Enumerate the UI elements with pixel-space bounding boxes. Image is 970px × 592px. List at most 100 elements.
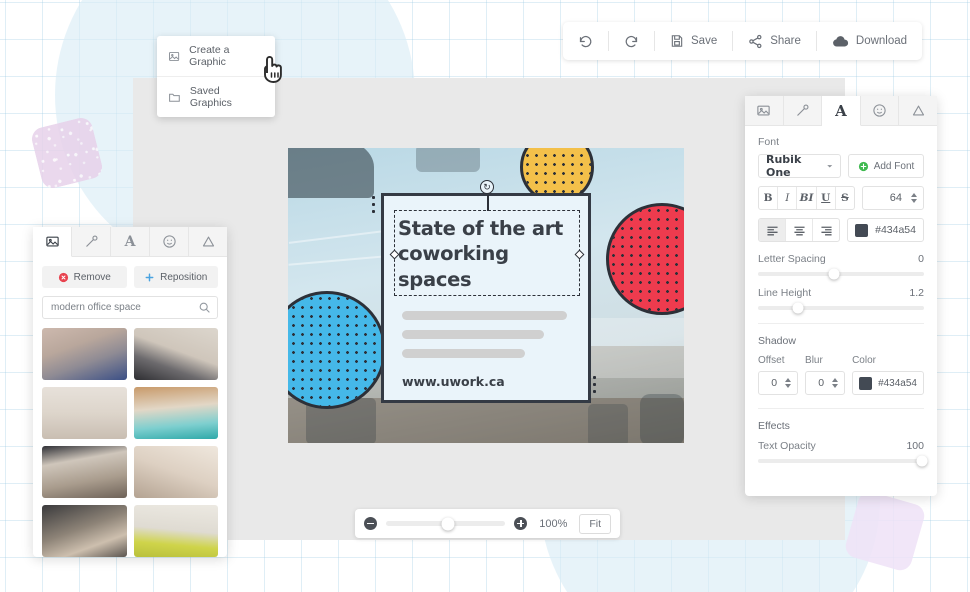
align-center-button[interactable] — [786, 219, 813, 241]
line-height-slider[interactable] — [758, 306, 924, 310]
shadow-offset-value: 0 — [759, 377, 782, 389]
font-section-label: Font — [758, 136, 924, 148]
reposition-label: Reposition — [160, 272, 207, 283]
shadow-blur-spinner[interactable] — [829, 378, 844, 388]
align-left-icon — [766, 225, 779, 236]
menu-item-label: Saved Graphics — [190, 85, 264, 109]
letter-spacing-slider[interactable] — [758, 272, 924, 276]
tab-shapes[interactable] — [189, 227, 227, 256]
selection-grip-top-left[interactable] — [372, 196, 375, 217]
text-opacity-thumb[interactable] — [917, 456, 928, 467]
magic-wand-icon — [84, 234, 99, 249]
tab-magic[interactable] — [72, 227, 111, 256]
tab-text[interactable]: A — [822, 96, 861, 126]
line-height-thumb[interactable] — [792, 303, 803, 314]
section-divider-1 — [758, 323, 924, 324]
font-size-value: 64 — [863, 192, 908, 204]
tab-emoji[interactable] — [861, 96, 900, 125]
resize-handle-right[interactable] — [575, 250, 585, 260]
font-size-stepper[interactable]: 64 — [862, 186, 924, 210]
design-card[interactable]: ↻ State of the art coworking spaces www.… — [381, 193, 591, 403]
letter-spacing-label: Letter Spacing — [758, 253, 826, 265]
text-opacity-control: Text Opacity 100 — [758, 440, 924, 463]
tab-magic[interactable] — [784, 96, 823, 125]
font-size-spinner[interactable] — [908, 193, 923, 203]
tab-text[interactable]: A — [111, 227, 150, 256]
bold-italic-button[interactable]: BI — [797, 187, 816, 209]
spinner-up-icon[interactable] — [911, 193, 917, 197]
shadow-offset-group: Offset 0 — [758, 355, 798, 395]
thumbnail-create-wooden-sign[interactable] — [134, 387, 219, 439]
mouse-cursor-hand-icon — [258, 51, 288, 85]
smiley-icon — [162, 234, 177, 249]
zoom-fit-button[interactable]: Fit — [579, 514, 611, 534]
shadow-offset-spinner[interactable] — [782, 378, 797, 388]
add-font-button[interactable]: Add Font — [848, 154, 924, 178]
spinner-up-icon[interactable] — [832, 378, 838, 382]
placeholder-bar — [402, 330, 544, 339]
italic-button[interactable]: I — [778, 187, 797, 209]
tab-images[interactable] — [745, 96, 784, 125]
shadow-color-picker[interactable]: #434a54 — [852, 371, 924, 395]
letter-spacing-thumb[interactable] — [829, 269, 840, 280]
text-a-icon: A — [125, 234, 136, 250]
thumbnail-yellow-chair-desk[interactable] — [134, 505, 219, 557]
font-style-group: B I BI U S — [758, 186, 855, 210]
align-left-button[interactable] — [759, 219, 786, 241]
text-color-hex: #434a54 — [875, 224, 916, 236]
remove-circle-icon — [58, 272, 69, 283]
zoom-out-icon[interactable] — [364, 517, 377, 530]
thumbnail-coffee-cup-laptop[interactable] — [42, 505, 127, 557]
align-right-button[interactable] — [813, 219, 839, 241]
zoom-slider[interactable] — [386, 521, 505, 526]
download-button[interactable]: Download — [817, 22, 922, 60]
canvas-url-text[interactable]: www.uwork.ca — [402, 374, 505, 389]
save-button[interactable]: Save — [655, 22, 732, 60]
thumbnail-cafe-tables-interior[interactable] — [42, 328, 127, 380]
reposition-button[interactable]: Reposition — [134, 266, 219, 288]
align-center-icon — [793, 225, 806, 236]
letter-spacing-control: Letter Spacing 0 — [758, 253, 924, 276]
zoom-in-icon[interactable] — [514, 517, 527, 530]
thumbnail-open-office-loft[interactable] — [42, 446, 127, 498]
font-row: Rubik One Add Font — [758, 154, 924, 178]
tab-emoji[interactable] — [150, 227, 189, 256]
zoom-slider-thumb[interactable] — [442, 517, 455, 530]
redo-icon — [624, 34, 639, 49]
image-panel: A Remove — [33, 227, 227, 557]
spinner-down-icon[interactable] — [911, 199, 917, 203]
top-toolbar: Save Share Download — [563, 22, 922, 60]
right-panel-tabs: A — [745, 96, 937, 126]
spinner-up-icon[interactable] — [785, 378, 791, 382]
redo-button[interactable] — [609, 22, 654, 60]
shadow-offset-label: Offset — [758, 355, 798, 366]
strikethrough-button[interactable]: S — [836, 187, 854, 209]
thumbnail-woman-laptop-desk[interactable] — [134, 328, 219, 380]
shadow-blur-group: Blur 0 — [805, 355, 845, 395]
undo-button[interactable] — [563, 22, 608, 60]
text-opacity-slider[interactable] — [758, 459, 924, 463]
tab-shapes[interactable] — [899, 96, 937, 125]
image-icon — [168, 50, 180, 63]
download-label: Download — [856, 35, 907, 47]
tab-images[interactable] — [33, 227, 72, 257]
bold-button[interactable]: B — [759, 187, 778, 209]
thumbnail-handshake-meeting[interactable] — [134, 446, 219, 498]
spinner-down-icon[interactable] — [832, 384, 838, 388]
rotate-handle-icon[interactable]: ↻ — [480, 180, 494, 194]
design-canvas[interactable]: ↻ State of the art coworking spaces www.… — [288, 148, 684, 443]
underline-button[interactable]: U — [817, 187, 836, 209]
text-color-picker[interactable]: #434a54 — [847, 218, 924, 242]
remove-button[interactable]: Remove — [42, 266, 127, 288]
selection-grip-bottom-right[interactable] — [593, 376, 596, 397]
canvas-headline-text[interactable]: State of the art coworking spaces — [398, 216, 576, 292]
shadow-offset-stepper[interactable]: 0 — [758, 371, 798, 395]
search-input[interactable] — [42, 296, 218, 319]
spinner-down-icon[interactable] — [785, 384, 791, 388]
font-family-select[interactable]: Rubik One — [758, 154, 841, 178]
alignment-color-row: #434a54 — [758, 218, 924, 242]
share-button[interactable]: Share — [733, 22, 816, 60]
shadow-blur-stepper[interactable]: 0 — [805, 371, 845, 395]
thumbnail-vase-flowers-table[interactable] — [42, 387, 127, 439]
line-height-header: Line Height 1.2 — [758, 287, 924, 299]
